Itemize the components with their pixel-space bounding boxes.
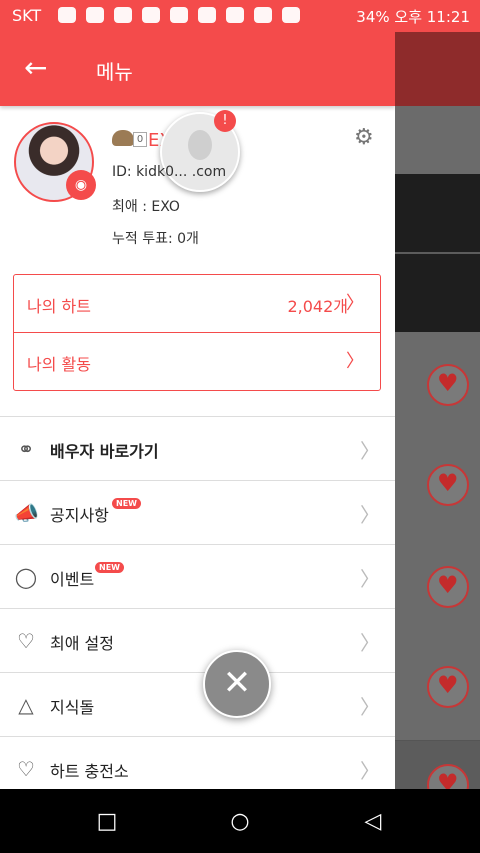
signal-icon [282, 7, 300, 23]
menu-item-favorite-setting[interactable]: ♡ 최애 설정 〉 [0, 609, 395, 673]
rock-icon [112, 130, 134, 146]
my-hearts-row[interactable]: 나의 하트 2,042개 〉 [14, 275, 380, 333]
notification-icons [58, 7, 300, 23]
menu-item-event[interactable]: ◯ 이벤트 NEW 〉 [0, 545, 395, 609]
my-activity-label: 나의 활동 [27, 355, 91, 374]
menu-item-label: 지식돌 [50, 698, 95, 717]
check-icon [170, 7, 188, 23]
back-triangle-icon[interactable]: ◁ [360, 809, 386, 835]
drawer-title: 메뉴 [96, 60, 133, 84]
background-app [395, 32, 480, 789]
talk-icon [86, 7, 104, 23]
alarm-icon [226, 7, 244, 23]
people-heart-icon: ⚭ [17, 437, 35, 461]
heart-vote-icon [427, 464, 469, 506]
menu-item-label: 하트 충전소 [50, 762, 129, 781]
menu-item-heart-charge[interactable]: ♡ 하트 충전소 〉 [0, 737, 395, 789]
wifi-icon [254, 7, 272, 23]
heart-outline-icon: ♡ [17, 629, 35, 653]
my-hearts-label: 나의 하트 [27, 297, 91, 316]
status-bar: SKT 34% 오후 11:21 [0, 0, 480, 32]
rock-count: 0 [133, 132, 147, 147]
menu-item-label: 배우자 바로가기 [50, 442, 159, 461]
total-votes: 누적 투표: 0개 [112, 231, 199, 247]
heart-vote-icon [427, 364, 469, 406]
gear-icon[interactable]: ⚙ [354, 126, 378, 150]
menu-item-label: 공지사항 [50, 506, 109, 525]
heart-plus-icon: ♡ [17, 757, 35, 781]
system-nav-bar: □ ○ ◁ [0, 789, 480, 853]
close-floating-button[interactable]: ✕ [203, 650, 271, 718]
camera-icon[interactable]: ◉ [66, 170, 96, 200]
heart-vote-icon [427, 764, 469, 789]
menu-item-label: 이벤트 [50, 570, 95, 589]
menu-item-notice[interactable]: 📣 공지사항 NEW 〉 [0, 481, 395, 545]
new-badge: NEW [112, 498, 141, 509]
chevron-right-icon: 〉 [360, 759, 380, 783]
stats-card: 나의 하트 2,042개 〉 나의 활동 〉 [13, 274, 381, 391]
heart-vote-icon [427, 566, 469, 608]
do-not-disturb-icon [198, 7, 216, 23]
background-header [395, 32, 480, 106]
menu-item-spouse-shortcut[interactable]: ⚭ 배우자 바로가기 〉 [0, 417, 395, 481]
messenger-icon [114, 7, 132, 23]
navigation-drawer: ← 메뉴 ◉ 0 EX... ING ! ⚙ ID: kidk0... .com… [0, 32, 395, 789]
battery-saver-icon [142, 7, 160, 23]
chevron-right-icon: 〉 [346, 351, 364, 372]
chevron-right-icon: 〉 [360, 439, 380, 463]
menu-item-knowledge-idol[interactable]: △ 지식돌 〉 [0, 673, 395, 737]
chevron-right-icon: 〉 [360, 567, 380, 591]
menu-item-label: 최애 설정 [50, 634, 114, 653]
background-banner [395, 174, 480, 252]
megaphone-icon: 📣 [14, 501, 39, 525]
drawer-header: ← 메뉴 [0, 32, 395, 106]
user-id: ID: kidk0... .com [112, 164, 227, 180]
chevron-right-icon: 〉 [360, 503, 380, 527]
back-arrow-icon[interactable]: ← [24, 52, 56, 84]
recent-apps-icon[interactable]: □ [94, 809, 120, 835]
my-hearts-value: 2,042개 [287, 297, 348, 316]
favorite-idol: 최애 : EXO [112, 199, 180, 215]
chevron-right-icon: 〉 [360, 631, 380, 655]
background-banner [395, 254, 480, 332]
chat-icon [58, 7, 76, 23]
chevron-right-icon: 〉 [346, 293, 364, 314]
balloon-icon: ◯ [14, 565, 38, 589]
heart-vote-icon [427, 666, 469, 708]
new-badge: NEW [95, 562, 124, 573]
graduation-cap-icon: △ [18, 693, 34, 717]
my-activity-row[interactable]: 나의 활동 〉 [14, 333, 380, 390]
carrier-label: SKT [12, 6, 42, 25]
status-right: 34% 오후 11:21 [356, 8, 470, 26]
home-icon[interactable]: ○ [227, 809, 253, 835]
notification-badge: ! [214, 110, 236, 132]
chevron-right-icon: 〉 [360, 695, 380, 719]
